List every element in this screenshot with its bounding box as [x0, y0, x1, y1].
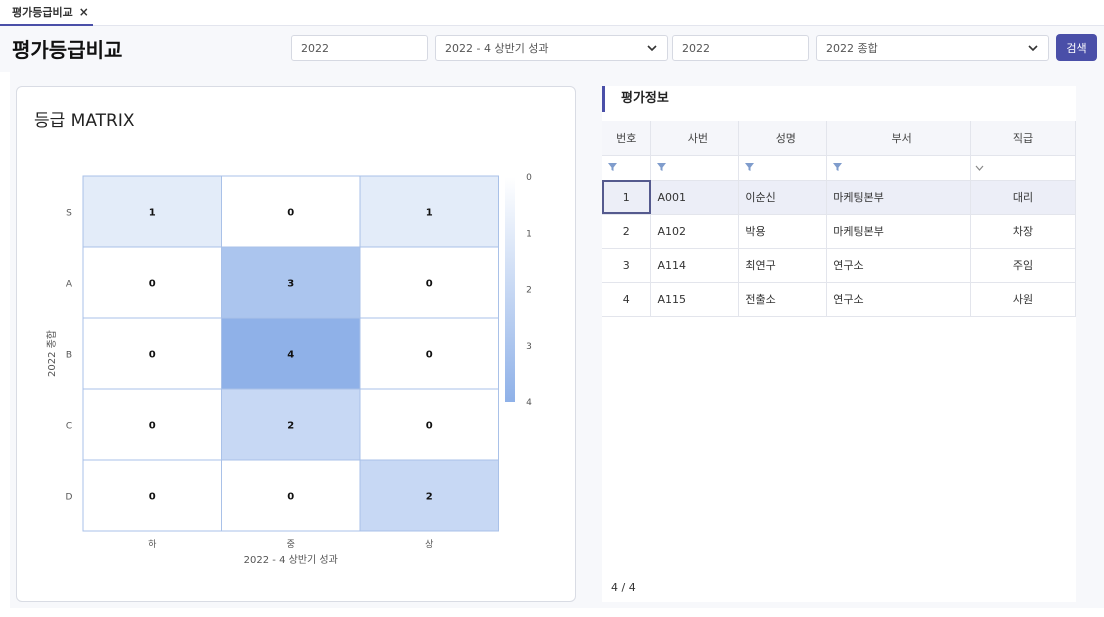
- x-tick-label: 하: [148, 539, 157, 550]
- x-axis-label: 2022 - 4 상반기 성과: [244, 554, 338, 566]
- row-dept[interactable]: 마케팅본부: [826, 180, 972, 215]
- column-header-no[interactable]: 번호: [602, 121, 652, 156]
- y-tick-label: A: [66, 280, 73, 290]
- filter-icon[interactable]: [833, 161, 843, 174]
- year1-value: 2022: [301, 41, 329, 55]
- row-dept[interactable]: 마케팅본부: [826, 214, 972, 249]
- heatmap-cell-label: 4: [287, 350, 294, 361]
- table-row[interactable]: 2 A102 박용 마케팅본부 차장: [602, 214, 1076, 249]
- search-button[interactable]: 검색: [1056, 34, 1097, 61]
- heatmap-cell-label: 0: [149, 421, 156, 432]
- column-header-dept[interactable]: 부서: [826, 121, 972, 156]
- heatmap-cell-label: 0: [426, 421, 433, 432]
- row-id[interactable]: A102: [650, 214, 740, 249]
- colorbar-tick-label: 0: [526, 173, 532, 183]
- row-name[interactable]: 최연구: [738, 248, 828, 283]
- filter-row: [602, 155, 1076, 181]
- heatmap-cell-label: 1: [149, 208, 156, 219]
- heatmap-cell-label: 3: [287, 279, 294, 290]
- tab-bar: 평가등급비교 ×: [0, 0, 1104, 26]
- tab-grade-compare[interactable]: 평가등급비교 ×: [0, 0, 93, 26]
- info-table: 번호 사번 성명 부서 직급 1 A001 이순신 마케팅본부 대리 2 A10…: [602, 121, 1076, 317]
- filter-icon[interactable]: [657, 161, 667, 174]
- table-row[interactable]: 1 A001 이순신 마케팅본부 대리: [602, 180, 1076, 215]
- filter-cell[interactable]: [826, 155, 972, 181]
- page-title: 평가등급비교: [12, 38, 123, 62]
- row-count: 4 / 4: [611, 581, 636, 594]
- row-dept[interactable]: 연구소: [826, 248, 972, 283]
- filter-icon[interactable]: [745, 161, 755, 174]
- heatmap-cell-label: 0: [149, 350, 156, 361]
- column-header-id[interactable]: 사번: [650, 121, 740, 156]
- colorbar-tick-label: 3: [526, 342, 532, 352]
- row-dept[interactable]: 연구소: [826, 282, 972, 317]
- table-row[interactable]: 4 A115 전출소 연구소 사원: [602, 282, 1076, 317]
- row-id[interactable]: A115: [650, 282, 740, 317]
- row-id[interactable]: A001: [650, 180, 740, 215]
- y-tick-label: B: [66, 351, 72, 361]
- heatmap-cell-label: 0: [426, 279, 433, 290]
- year1-input[interactable]: 2022: [291, 35, 428, 61]
- row-name[interactable]: 박용: [738, 214, 828, 249]
- close-icon[interactable]: ×: [79, 5, 89, 19]
- term1-select[interactable]: 2022 - 4 상반기 성과: [435, 35, 668, 61]
- table-header-row: 번호 사번 성명 부서 직급: [602, 121, 1076, 156]
- column-header-name[interactable]: 성명: [738, 121, 828, 156]
- filter-cell[interactable]: [970, 155, 1076, 181]
- row-position[interactable]: 차장: [970, 214, 1076, 249]
- matrix-card: 등급 MATRIX 1 0 1 0 3 0 0 4 0 0 2 0 0 0 2 S A B C D 하 중 상 2022 - …: [16, 86, 576, 602]
- colorbar-tick-label: 1: [526, 229, 532, 239]
- chevron-down-icon: [647, 45, 657, 52]
- y-tick-label: D: [66, 493, 73, 503]
- row-no[interactable]: 3: [602, 248, 652, 283]
- heatmap-cell-label: 1: [426, 208, 433, 219]
- heatmap-cell-label: 2: [426, 492, 433, 503]
- row-position[interactable]: 대리: [970, 180, 1076, 215]
- colorbar: [505, 177, 515, 402]
- info-panel-title: 평가정보: [602, 86, 669, 112]
- year2-value: 2022: [682, 41, 710, 55]
- tab-label: 평가등급비교: [12, 6, 73, 19]
- row-id[interactable]: A114: [650, 248, 740, 283]
- column-header-position[interactable]: 직급: [970, 121, 1076, 156]
- row-name[interactable]: 이순신: [738, 180, 828, 215]
- heatmap-cell-label: 0: [287, 492, 294, 503]
- year2-input[interactable]: 2022: [672, 35, 809, 61]
- heatmap-cell-label: 0: [426, 350, 433, 361]
- row-position[interactable]: 사원: [970, 282, 1076, 317]
- filter-cell[interactable]: [738, 155, 828, 181]
- row-no[interactable]: 1: [602, 180, 652, 215]
- y-tick-label: C: [66, 422, 72, 432]
- term1-value: 2022 - 4 상반기 성과: [445, 42, 549, 55]
- y-tick-label: S: [66, 209, 72, 219]
- chevron-down-icon[interactable]: [975, 161, 984, 174]
- info-panel: 평가정보 번호 사번 성명 부서 직급 1 A001 이순신 마케팅본부 대리 …: [602, 86, 1076, 602]
- row-position[interactable]: 주임: [970, 248, 1076, 283]
- row-name[interactable]: 전출소: [738, 282, 828, 317]
- term2-value: 2022 종합: [826, 42, 878, 55]
- colorbar-tick-label: 4: [526, 398, 532, 408]
- x-tick-label: 중: [287, 539, 295, 550]
- colorbar-tick-label: 2: [526, 286, 532, 296]
- row-no[interactable]: 2: [602, 214, 652, 249]
- filter-icon[interactable]: [608, 161, 617, 174]
- heatmap-cell-label: 0: [149, 279, 156, 290]
- heatmap-chart: 1 0 10 3 00 4 00 2 00 0 2SABCD하 중 상2022 - 4 상반기 성과20…: [46, 173, 532, 566]
- heatmap-cell-label: 0: [287, 208, 294, 219]
- table-row[interactable]: 3 A114 최연구 연구소 주임: [602, 248, 1076, 283]
- row-no[interactable]: 4: [602, 282, 652, 317]
- filter-cell[interactable]: [650, 155, 740, 181]
- header: 평가등급비교 2022 2022 - 4 상반기 성과 2022 2022 종합…: [0, 26, 1104, 72]
- term2-select[interactable]: 2022 종합: [816, 35, 1049, 61]
- x-tick-label: 상: [425, 539, 433, 550]
- chevron-down-icon: [1028, 45, 1038, 52]
- heatmap-cell-label: 0: [149, 492, 156, 503]
- y-axis-label: 2022 종합: [46, 330, 58, 377]
- filter-cell[interactable]: [602, 155, 652, 181]
- heatmap-cell-label: 2: [287, 421, 294, 432]
